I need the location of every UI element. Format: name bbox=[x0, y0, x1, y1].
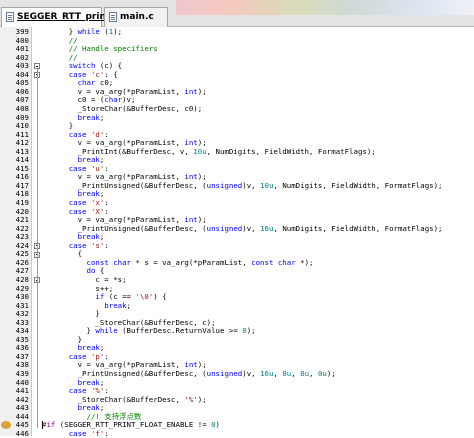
code-token: 0u bbox=[317, 369, 327, 378]
code-token: break bbox=[77, 112, 100, 122]
code-token: char bbox=[277, 257, 296, 267]
code-token: break bbox=[104, 300, 127, 310]
code-lines: 399 } while (1); 400 //401 // Handle spec… bbox=[0, 27, 474, 438]
code-token: )v, bbox=[242, 180, 261, 190]
editor-tab-bar: SEGGER_RTT_printf.c main.c bbox=[0, 0, 474, 27]
code-token: , bbox=[309, 369, 318, 378]
code-token: )v, bbox=[242, 223, 261, 233]
code-token: ) bbox=[215, 420, 220, 430]
code-token: '\0' bbox=[135, 292, 154, 302]
code-token: , bbox=[273, 369, 283, 378]
code-token: , NumDigits, FieldWidth, FormatFlags); bbox=[273, 180, 443, 190]
code-token: ); bbox=[197, 394, 207, 404]
tab-segger-rtt-printf-c[interactable]: SEGGER_RTT_printf.c bbox=[1, 7, 122, 27]
code-token: ); bbox=[326, 369, 336, 378]
code-token: * s = va_arg(*pParamList, bbox=[131, 257, 252, 267]
code-token: unsigned bbox=[206, 180, 243, 190]
code-token: , bbox=[291, 369, 301, 378]
code-token: unsigned bbox=[206, 223, 243, 233]
code-token: '%' bbox=[184, 394, 198, 404]
code-token: const bbox=[251, 257, 274, 267]
tab-label: main.c bbox=[120, 12, 154, 22]
code-token: 's' bbox=[90, 240, 105, 250]
code-token: ; bbox=[99, 112, 105, 122]
code-token: unsigned bbox=[206, 369, 243, 378]
code-token: char bbox=[113, 257, 132, 267]
code-token: 10u bbox=[260, 180, 274, 190]
code-token: 8u bbox=[300, 369, 310, 378]
code-token: ); bbox=[113, 27, 123, 36]
code-token: while bbox=[95, 326, 118, 336]
code-token: 8u bbox=[282, 369, 292, 378]
code-token: 'f' bbox=[90, 428, 105, 438]
code-token: 16u bbox=[260, 369, 274, 378]
code-token: while bbox=[77, 27, 100, 36]
code-token: 16u bbox=[260, 223, 274, 233]
code-token: // Handle specifiers bbox=[68, 44, 158, 54]
c-file-icon bbox=[6, 12, 14, 22]
code-editor[interactable]: 399 } while (1); 400 //401 // Handle spec… bbox=[0, 27, 474, 438]
tab-main-c[interactable]: main.c bbox=[104, 7, 168, 27]
code-token: )v, bbox=[242, 369, 261, 378]
code-token: case bbox=[68, 428, 87, 438]
c-file-icon bbox=[109, 12, 117, 22]
code-line[interactable]: case 'f': bbox=[42, 428, 109, 438]
code-token: ); bbox=[197, 86, 207, 96]
code-token: ( bbox=[99, 27, 109, 36]
code-token: , NumDigits, FieldWidth, FormatFlags); bbox=[273, 223, 443, 233]
code-token: ) { bbox=[153, 292, 167, 302]
blurred-background-strip bbox=[176, 0, 474, 15]
code-token: : bbox=[104, 428, 109, 438]
code-token: , NumDigits, FieldWidth, FormatFlags); bbox=[206, 146, 376, 156]
code-token: : bbox=[104, 240, 109, 250]
code-token: *); bbox=[295, 257, 314, 267]
text-caret bbox=[42, 421, 43, 430]
code-token: int bbox=[184, 86, 198, 96]
code-token: ); bbox=[246, 326, 256, 336]
fold-guide-line bbox=[36, 69, 38, 429]
code-token: 10u bbox=[193, 146, 207, 156]
line-number: 446 bbox=[15, 428, 29, 438]
code-token: ; bbox=[126, 300, 131, 310]
code-token: (BufferDesc.ReturnValue >= bbox=[117, 326, 243, 336]
